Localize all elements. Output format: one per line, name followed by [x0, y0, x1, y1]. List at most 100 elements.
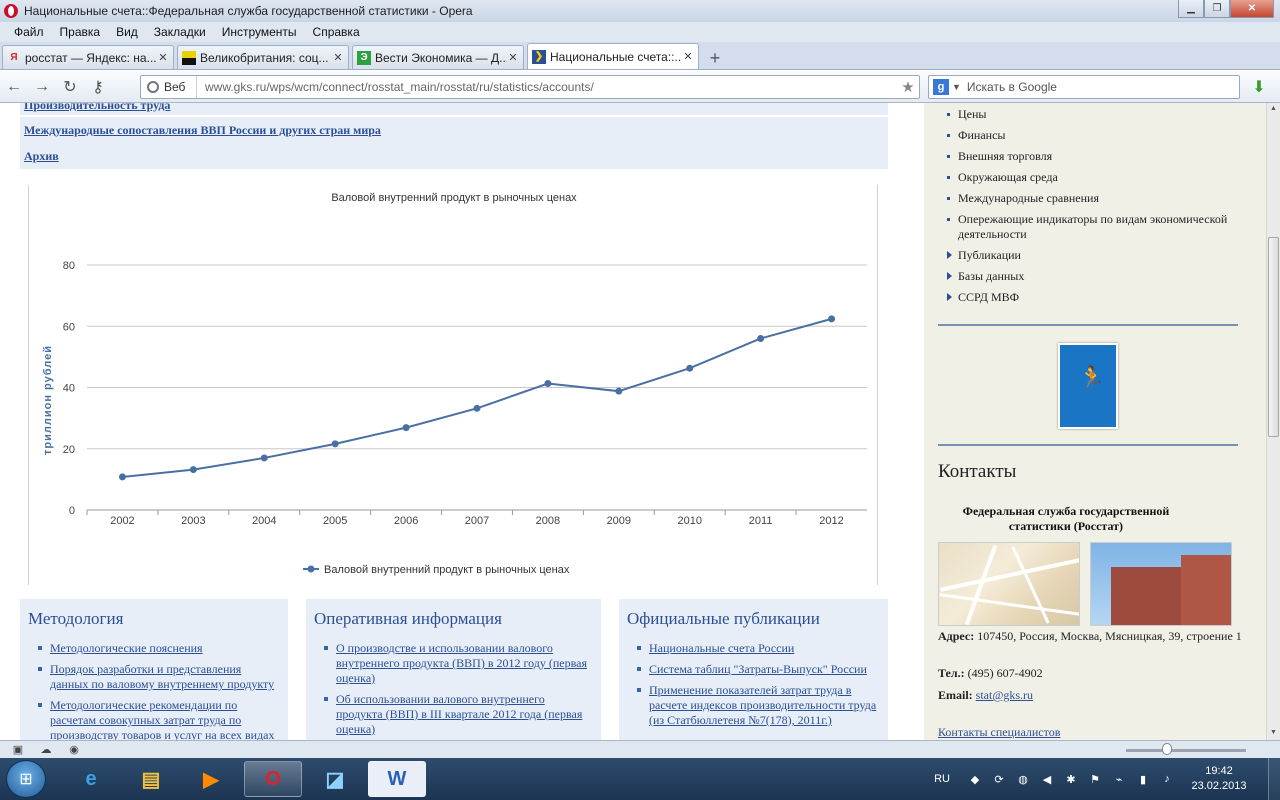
tab-close-icon[interactable]: ✕	[507, 51, 519, 64]
ie-icon[interactable]: e	[62, 761, 120, 797]
key-icon[interactable]: ⚷	[84, 75, 112, 99]
panel-link[interactable]: Методологические пояснения	[38, 641, 280, 656]
panel-link[interactable]: Порядок разработки и представления данны…	[38, 662, 280, 692]
url-text[interactable]: www.gks.ru/wps/wcm/connect/rosstat_main/…	[197, 80, 897, 94]
chart-data-point[interactable]	[331, 440, 339, 448]
search-placeholder[interactable]: Искать в Google	[967, 80, 1057, 94]
scrollbar-thumb[interactable]	[1268, 237, 1279, 437]
word-icon[interactable]: W	[368, 761, 426, 797]
clock[interactable]: 19:42 23.02.2013	[1184, 764, 1254, 794]
tray-sync-icon[interactable]: ⟳	[992, 772, 1006, 786]
back-icon[interactable]: ←	[0, 75, 28, 99]
close-button[interactable]: ✕	[1230, 0, 1274, 18]
address-line: Адрес: 107450, Россия, Москва, Мясницкая…	[938, 629, 1242, 643]
address-bar[interactable]: Веб www.gks.ru/wps/wcm/connect/rosstat_m…	[140, 75, 920, 99]
panel-link[interactable]: Национальные счета России	[637, 641, 880, 656]
tab-vesti[interactable]: Э Вести Экономика — Д... ✕	[352, 45, 524, 69]
chart-xtick-label: 2009	[607, 515, 631, 527]
tray-bug-icon[interactable]: ✱	[1064, 772, 1078, 786]
chart-data-point[interactable]	[189, 466, 197, 474]
panel-link[interactable]: Об использовании валового внутреннего пр…	[324, 692, 593, 737]
maximize-button[interactable]: ❐	[1204, 0, 1230, 18]
language-indicator[interactable]: RU	[934, 773, 950, 785]
chart-xtick-label: 2003	[181, 515, 205, 527]
reload-icon[interactable]: ↻	[56, 75, 84, 99]
chart-data-point[interactable]	[118, 473, 126, 481]
panel-toggle-icon[interactable]: ▣	[8, 743, 28, 757]
chart-data-point[interactable]	[686, 364, 694, 372]
speed-dial-icon[interactable]: ◉	[64, 743, 84, 757]
vertical-scrollbar[interactable]: ▲ ▼	[1266, 103, 1280, 740]
tray-signal-icon[interactable]: ▮	[1136, 772, 1150, 786]
publication-cover-image[interactable]: 🏃	[1058, 343, 1118, 429]
explorer-icon[interactable]: ▤	[122, 761, 180, 797]
search-box[interactable]: g ▼ Искать в Google	[928, 75, 1240, 99]
tab-yandex[interactable]: Я росстат — Яндекс: на... ✕	[2, 45, 174, 69]
zoom-slider-knob[interactable]	[1162, 743, 1172, 755]
divider	[938, 444, 1238, 446]
menu-edit[interactable]: Правка	[52, 25, 109, 39]
zoom-slider[interactable]	[1126, 749, 1246, 752]
location-map-image[interactable]	[938, 542, 1080, 626]
panel-link[interactable]: Применение показателей затрат труда в ра…	[637, 683, 880, 728]
chart-data-point[interactable]	[828, 315, 836, 323]
sidebar-item-prices[interactable]: Цены	[946, 107, 1246, 122]
cloud-icon[interactable]: ☁	[36, 743, 56, 757]
sidebar-item-publications[interactable]: Публикации	[946, 248, 1246, 263]
media-player-icon[interactable]: ▶	[182, 761, 240, 797]
email-link[interactable]: stat@gks.ru	[976, 688, 1033, 702]
sidebar-item-leading-indicators[interactable]: Опережающие индикаторы по видам экономич…	[946, 212, 1246, 242]
sidebar-item-databases[interactable]: Базы данных	[946, 269, 1246, 284]
chart-data-point[interactable]	[402, 424, 410, 432]
sidebar-item-sdds[interactable]: ССРД МВФ	[946, 290, 1246, 305]
tray-plug-icon[interactable]: ⌁	[1112, 772, 1126, 786]
tab-close-icon[interactable]: ✕	[157, 51, 169, 64]
tab-national-accounts[interactable]: ❯ Национальные счета::... ✕	[527, 43, 699, 69]
web-badge[interactable]: Веб	[141, 76, 197, 98]
tab-close-icon[interactable]: ✕	[682, 50, 694, 63]
tab-label: Вести Экономика — Д...	[375, 50, 507, 65]
new-tab-button[interactable]: +	[704, 47, 726, 69]
chart-data-point[interactable]	[757, 335, 765, 342]
tray-network-icon[interactable]: ◍	[1016, 772, 1030, 786]
panel-link[interactable]: Методологические рекомендации по расчета…	[38, 698, 280, 740]
chart-data-point[interactable]	[544, 380, 552, 388]
link-gdp-comparison[interactable]: Международные сопоставления ВВП России и…	[20, 117, 888, 143]
tray-flag-icon[interactable]: ⚑	[1088, 772, 1102, 786]
panel-link[interactable]: Система таблиц "Затраты-Выпуск" России	[637, 662, 880, 677]
bookmark-star-icon[interactable]: ★	[897, 78, 919, 96]
tray-app-icon[interactable]: ◆	[968, 772, 982, 786]
tab-britain[interactable]: Великобритания: соц... ✕	[177, 45, 349, 69]
scroll-down-icon[interactable]: ▼	[1270, 729, 1277, 736]
tab-close-icon[interactable]: ✕	[332, 51, 344, 64]
window-app-icon[interactable]: ◪	[306, 761, 364, 797]
tray-volume-icon[interactable]: ♪	[1160, 772, 1174, 786]
menu-file[interactable]: Файл	[6, 25, 52, 39]
chart-data-point[interactable]	[615, 387, 623, 395]
tray-volume-muted-icon[interactable]: ◀	[1040, 772, 1054, 786]
panel-link[interactable]: О производстве и использовании валового …	[324, 641, 593, 686]
link-productivity[interactable]: Производительность труда	[20, 103, 888, 115]
dropdown-arrow-icon[interactable]: ▼	[952, 82, 961, 92]
sidebar-item-intl-comparison[interactable]: Международные сравнения	[946, 191, 1246, 206]
menu-tools[interactable]: Инструменты	[214, 25, 305, 39]
scroll-up-icon[interactable]: ▲	[1270, 105, 1277, 112]
globe-icon	[147, 81, 159, 93]
sidebar-item-environment[interactable]: Окружающая среда	[946, 170, 1246, 185]
chart-data-point[interactable]	[473, 404, 481, 412]
show-desktop-button[interactable]	[1268, 758, 1280, 800]
minimize-button[interactable]: ▁	[1178, 0, 1204, 18]
menu-help[interactable]: Справка	[305, 25, 368, 39]
start-button[interactable]: ⊞	[6, 760, 46, 798]
forward-icon[interactable]: →	[28, 75, 56, 99]
menu-bookmarks[interactable]: Закладки	[146, 25, 214, 39]
download-icon[interactable]: ⬇	[1249, 77, 1269, 97]
building-photo[interactable]	[1090, 542, 1232, 626]
opera-taskbar-icon[interactable]: O	[244, 761, 302, 797]
specialists-contacts-link[interactable]: Контакты специалистов	[938, 725, 1060, 740]
link-archive[interactable]: Архив	[20, 143, 888, 169]
sidebar-item-foreign-trade[interactable]: Внешняя торговля	[946, 149, 1246, 164]
chart-data-point[interactable]	[260, 454, 268, 462]
sidebar-item-finance[interactable]: Финансы	[946, 128, 1246, 143]
menu-view[interactable]: Вид	[108, 25, 146, 39]
